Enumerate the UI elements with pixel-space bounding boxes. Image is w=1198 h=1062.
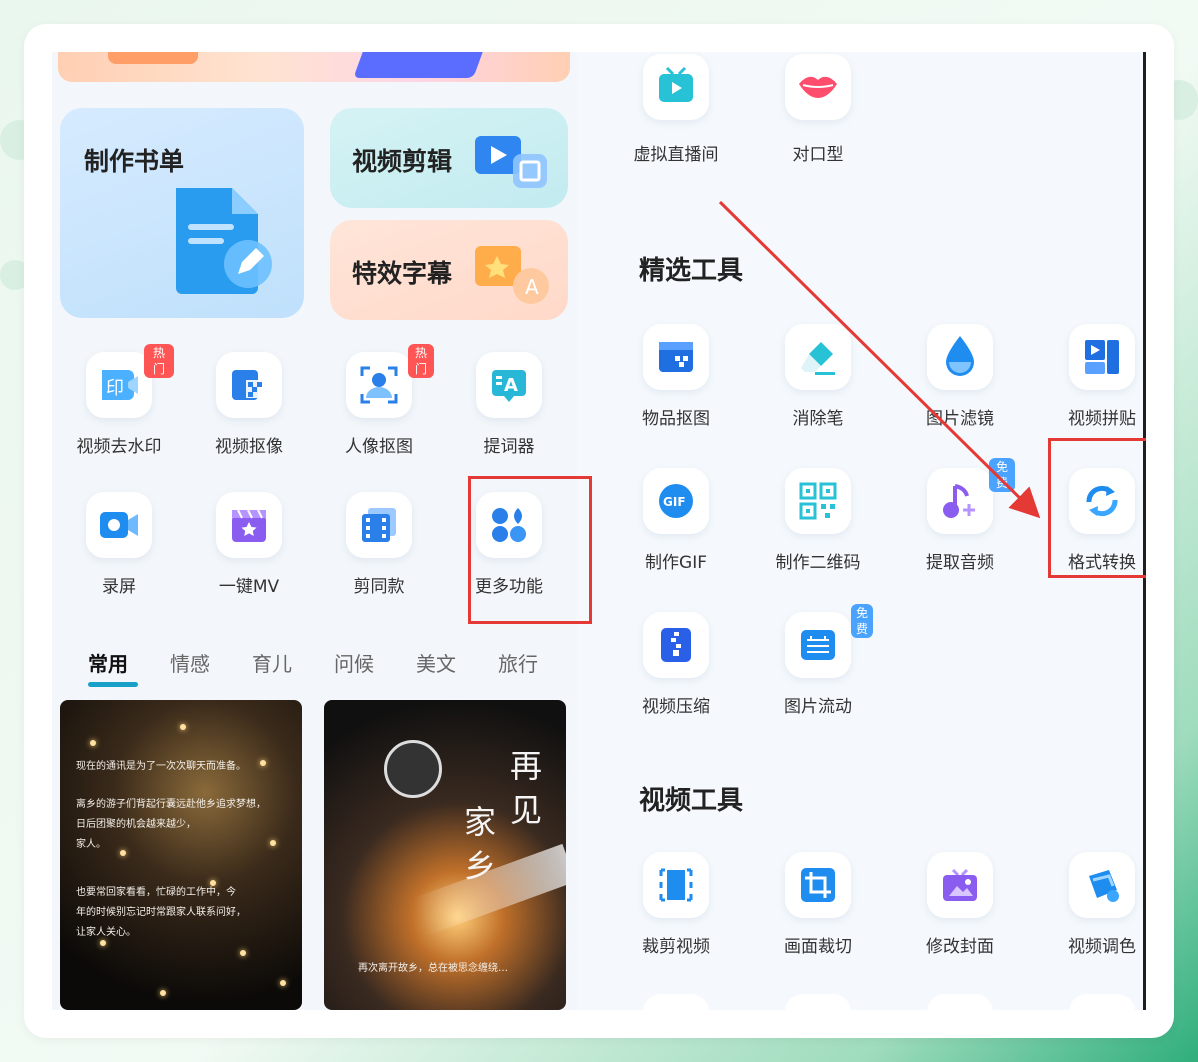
app-screenshot: 制作书单 视频剪辑 特效字幕 A 印 热门 视频去水印 视频抠像 热门 人像抠图… (52, 52, 1146, 1010)
screenshot-card: 制作书单 视频剪辑 特效字幕 A 印 热门 视频去水印 视频抠像 热门 人像抠图… (24, 24, 1174, 1038)
annotation-arrow (718, 200, 1041, 519)
